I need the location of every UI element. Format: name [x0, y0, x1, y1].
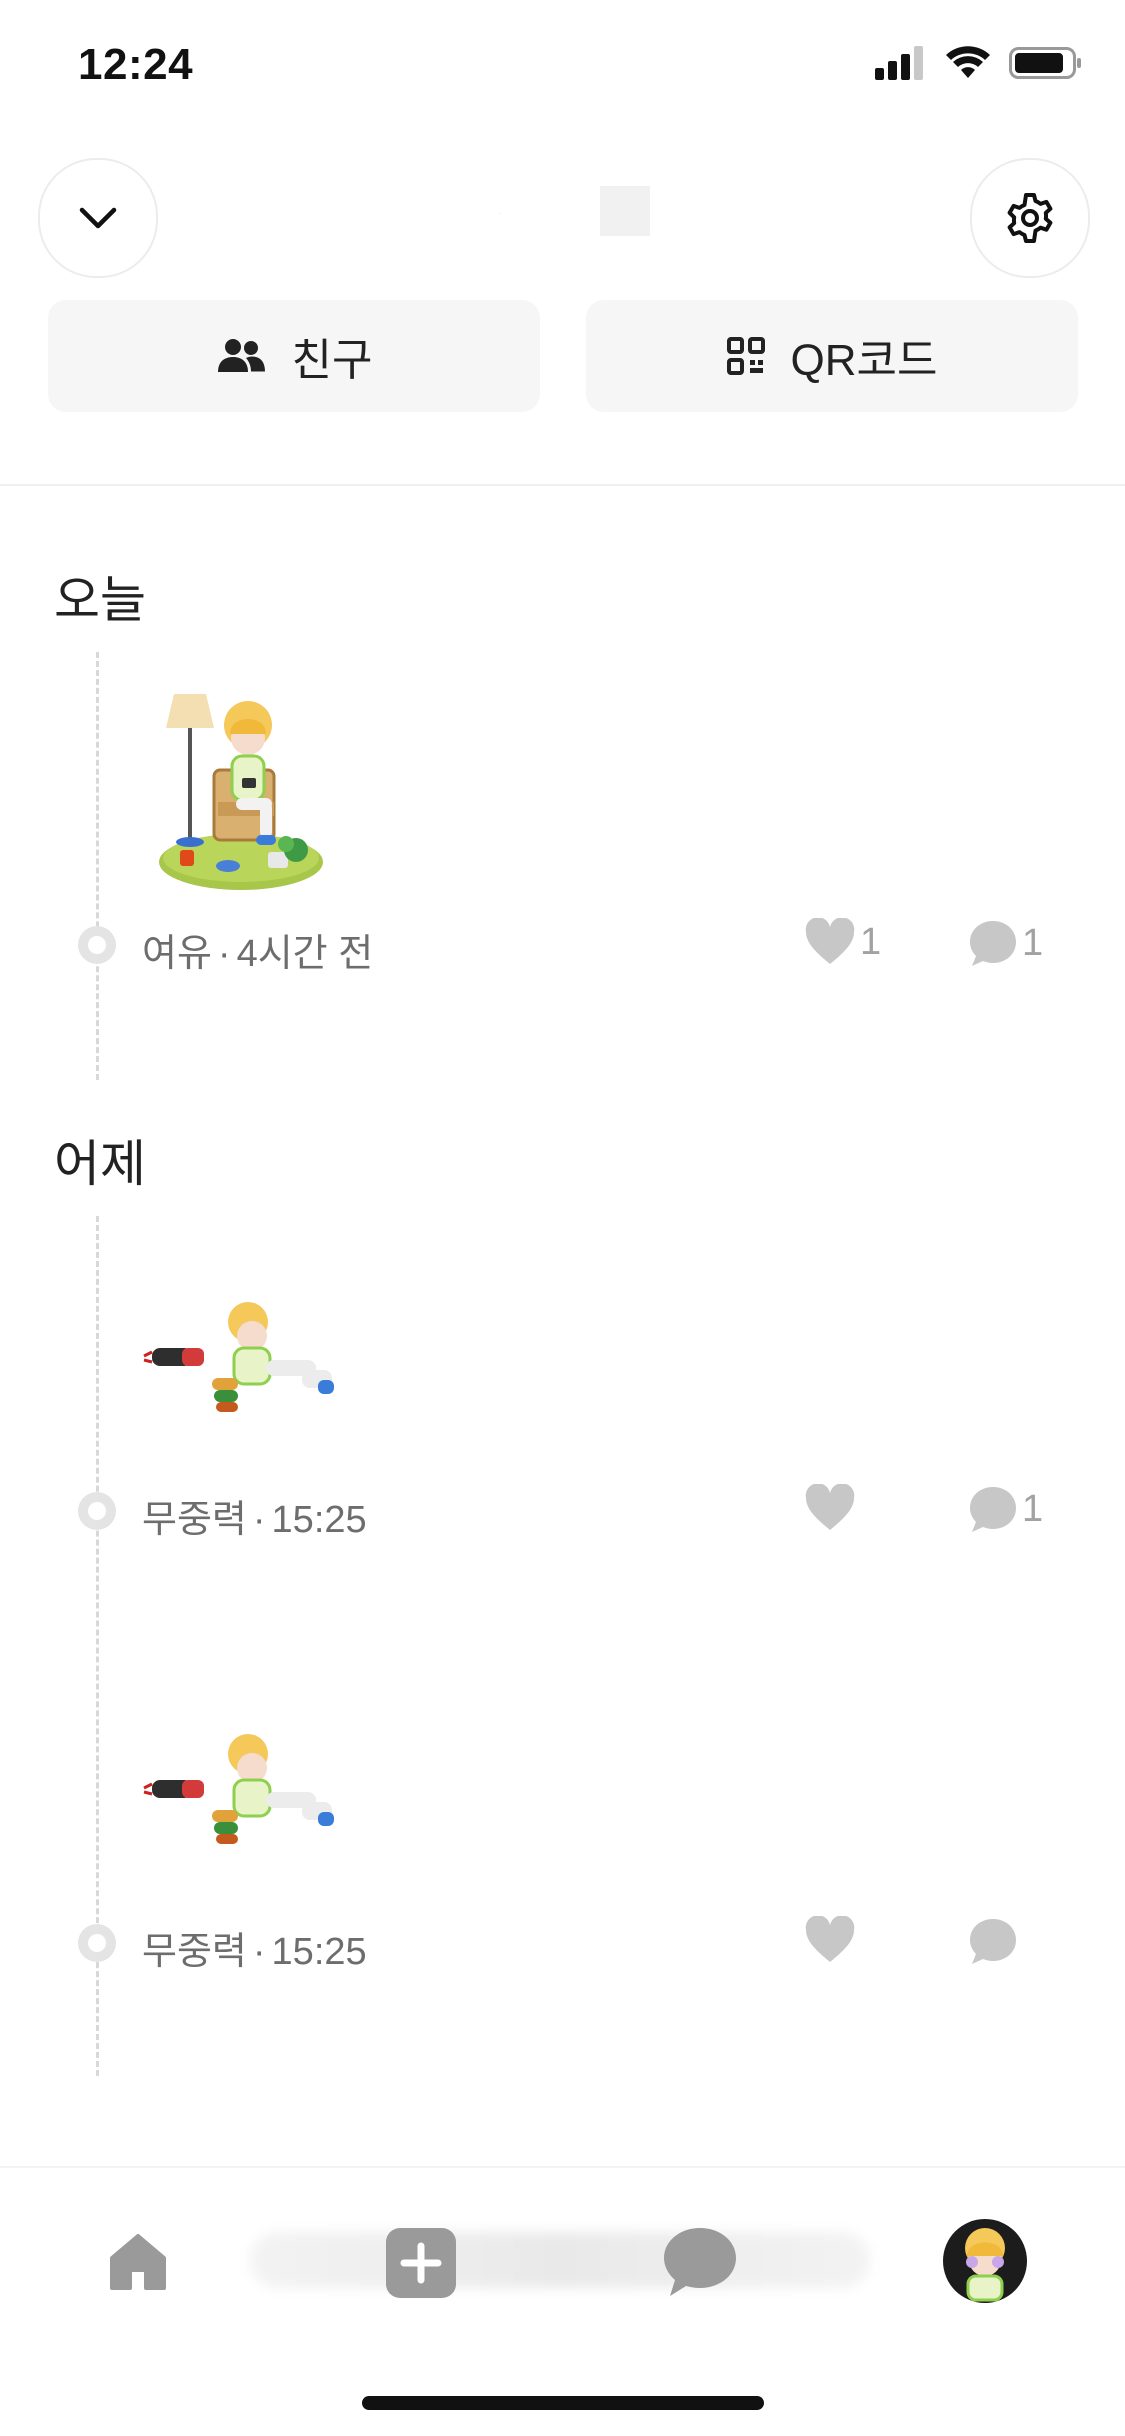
like-count: 1 [860, 920, 882, 963]
post-meta: 무중력 · 15:25 [142, 1920, 367, 1975]
comment-count: 1 [1022, 1487, 1044, 1530]
home-icon[interactable] [106, 2230, 170, 2294]
post-meta: 여유 · 4시간 전 [142, 922, 373, 977]
home-indicator [362, 2396, 764, 2410]
timeline-line [96, 652, 99, 1080]
like-button[interactable] [804, 1916, 860, 1964]
section-heading-today: 오늘 [54, 572, 146, 628]
header-title: . [500, 210, 502, 215]
comment-button[interactable]: 1 [968, 918, 1043, 968]
qr-code-button[interactable]: QR코드 [586, 300, 1078, 412]
wifi-icon [946, 46, 990, 78]
add-icon[interactable] [384, 2226, 458, 2300]
section-heading-yesterday: 어제 [54, 1136, 146, 1192]
comment-count: 1 [1022, 921, 1044, 964]
qr-code-label: QR코드 [790, 336, 938, 385]
like-button[interactable] [804, 1484, 860, 1532]
gear-icon [1007, 193, 1053, 243]
status-icons [875, 46, 1083, 80]
cellular-signal-icon [875, 46, 923, 80]
blurred-overlay [250, 2232, 870, 2288]
timeline-dot [78, 1492, 116, 1530]
chevron-down-icon [79, 207, 117, 229]
timeline-dot [78, 926, 116, 964]
post-image-floating[interactable] [142, 1732, 342, 1852]
divider [0, 484, 1125, 486]
collapse-button[interactable] [38, 158, 158, 278]
post-time: 15:25 [271, 1499, 367, 1541]
comment-icon [970, 1487, 1016, 1532]
comment-button[interactable] [968, 1916, 1022, 1966]
meta-separator: · [252, 1499, 266, 1541]
battery-icon [1009, 47, 1081, 79]
status-time: 12:24 [78, 40, 194, 89]
heart-icon [805, 1484, 855, 1530]
meta-separator: · [217, 933, 231, 975]
post-mood: 무중력 [142, 1931, 247, 1973]
friends-button[interactable]: 친구 [48, 300, 540, 412]
post-meta: 무중력 · 15:25 [142, 1488, 367, 1543]
post-image-reading[interactable] [156, 690, 326, 900]
friends-label: 친구 [291, 336, 373, 385]
header-placeholder-image [600, 186, 650, 236]
like-button[interactable]: 1 [804, 918, 881, 966]
settings-button[interactable] [970, 158, 1090, 278]
profile-avatar[interactable] [942, 2218, 1028, 2304]
post-mood: 여유 [142, 933, 212, 975]
meta-separator: · [252, 1931, 266, 1973]
chat-icon[interactable] [662, 2226, 738, 2298]
comment-icon [970, 921, 1016, 966]
timeline-dot [78, 1924, 116, 1962]
heart-icon [805, 1916, 855, 1962]
post-mood: 무중력 [142, 1499, 247, 1541]
qr-code-icon [726, 337, 765, 375]
bottom-nav-divider [0, 2166, 1125, 2168]
comment-button[interactable]: 1 [968, 1484, 1043, 1534]
post-time: 15:25 [271, 1931, 367, 1973]
people-icon [217, 339, 265, 372]
post-time: 4시간 전 [236, 933, 374, 975]
heart-icon [805, 918, 855, 964]
comment-icon [970, 1919, 1016, 1964]
post-image-floating[interactable] [142, 1300, 342, 1420]
